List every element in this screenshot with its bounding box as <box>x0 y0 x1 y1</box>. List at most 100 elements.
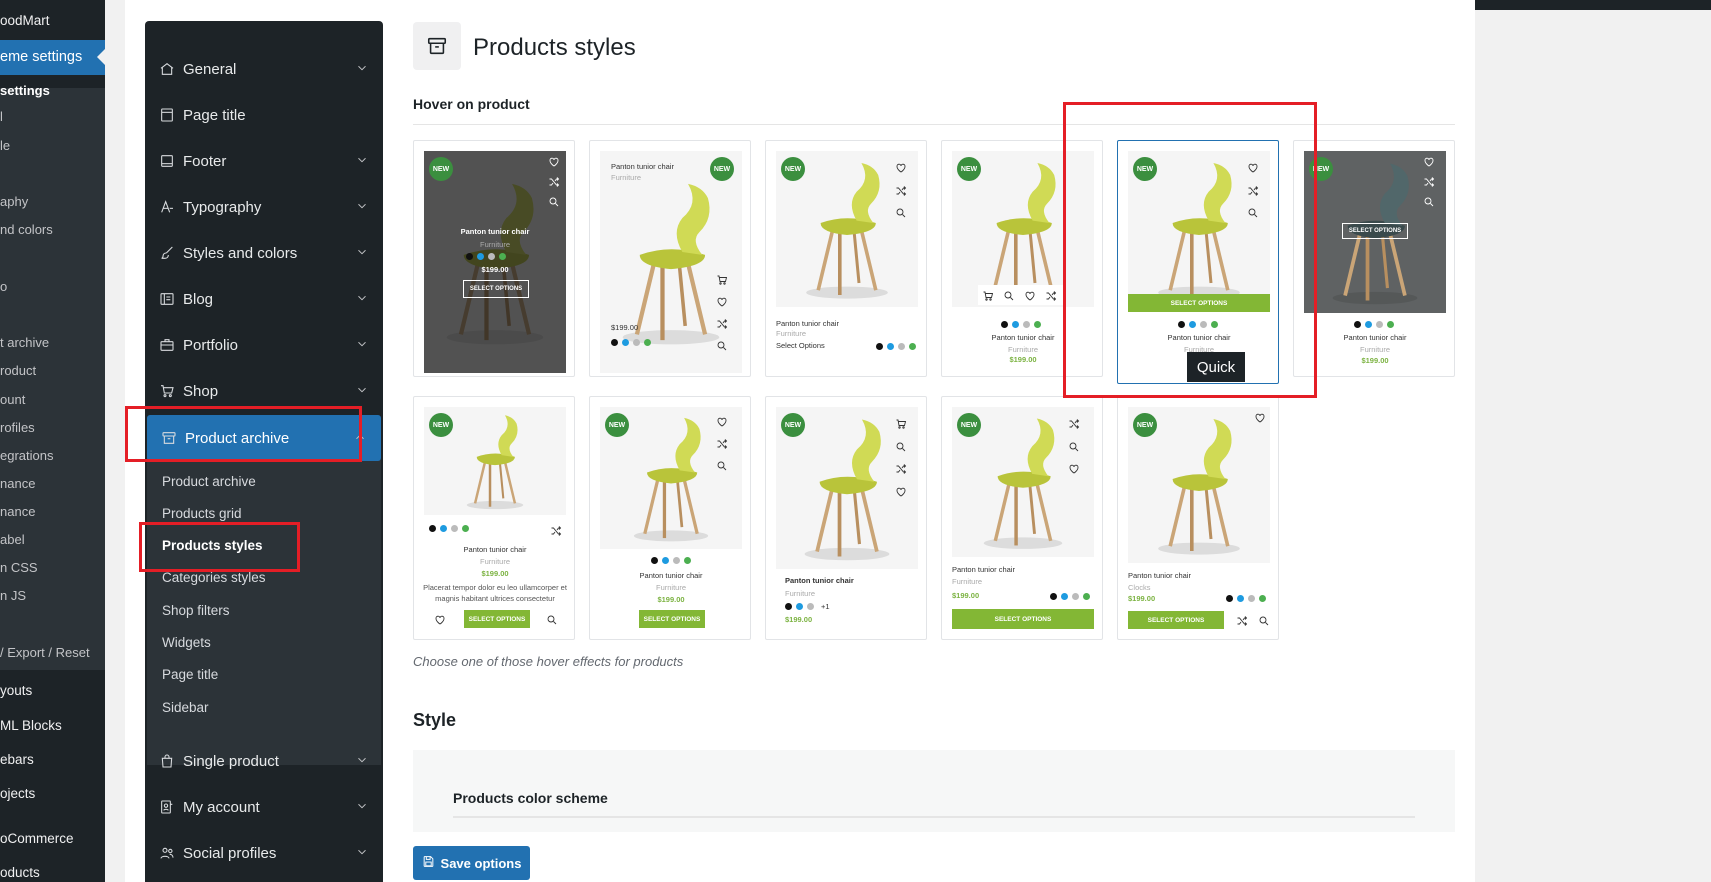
compare-shuffle-icon[interactable] <box>716 437 728 449</box>
hover-effect-option[interactable]: NEW Panton tunior chair Clocks $199.00 SELEC… <box>1117 396 1279 640</box>
wp-menu-item[interactable]: rofiles <box>0 417 35 439</box>
wp-menu-item[interactable]: oducts <box>0 862 40 882</box>
wp-menu-item[interactable]: oodMart <box>0 10 50 32</box>
sidebar-item-social-profiles[interactable]: Social profiles <box>145 830 383 876</box>
hover-effect-option[interactable]: Panton tunior chair Furniture NEW $199.00 <box>589 140 751 377</box>
product-name[interactable]: Panton tunior chair <box>640 571 703 580</box>
compare-shuffle-icon[interactable] <box>1045 289 1057 301</box>
hover-effect-option[interactable]: NEW Panton tunior chair Furniture Select Op… <box>765 140 927 377</box>
color-swatch[interactable] <box>1248 595 1255 602</box>
product-name[interactable]: $199.00 <box>611 323 638 332</box>
color-swatches[interactable] <box>429 525 469 532</box>
color-swatch[interactable] <box>1034 321 1041 328</box>
color-swatch[interactable] <box>429 525 436 532</box>
hover-effect-option[interactable]: NEW Panton tunior chair Furniture $199.00 Pl… <box>413 396 575 640</box>
compare-shuffle-icon[interactable] <box>1068 417 1080 429</box>
submenu-item-product-archive[interactable]: Product archive <box>162 474 256 489</box>
color-swatch[interactable] <box>651 557 658 564</box>
color-swatch[interactable] <box>477 253 484 260</box>
color-swatch[interactable] <box>1387 321 1394 328</box>
compare-shuffle-icon[interactable] <box>1423 175 1435 187</box>
hover-effect-option[interactable]: NEW Panton tunior chair Furniture $199.00 SE… <box>413 140 575 377</box>
select-options-button[interactable]: SELECT OPTIONS <box>1342 223 1408 239</box>
color-swatches[interactable] <box>611 339 651 346</box>
compare-shuffle-icon[interactable] <box>1236 614 1248 626</box>
color-swatch[interactable] <box>1061 593 1068 600</box>
color-swatch[interactable] <box>462 525 469 532</box>
wishlist-heart-icon[interactable] <box>1423 155 1435 167</box>
color-swatch[interactable] <box>876 343 883 350</box>
sidebar-item-footer[interactable]: Footer <box>145 138 383 184</box>
quick-view-search-icon[interactable] <box>895 440 907 452</box>
product-name[interactable]: Panton tunior chair <box>785 576 854 585</box>
select-options-button[interactable]: SELECT OPTIONS <box>463 280 529 298</box>
quick-view-search-icon[interactable] <box>1258 614 1270 626</box>
product-name[interactable]: Panton tunior chair <box>952 565 1015 574</box>
compare-shuffle-icon[interactable] <box>895 184 907 196</box>
wp-menu-item[interactable]: nd colors <box>0 219 53 241</box>
color-swatch[interactable] <box>1012 321 1019 328</box>
wp-menu-item[interactable]: t archive <box>0 332 49 354</box>
product-name[interactable]: Panton tunior chair <box>1344 333 1407 342</box>
add-to-cart-icon[interactable] <box>895 417 907 429</box>
color-swatches[interactable] <box>466 253 506 260</box>
color-swatch[interactable] <box>887 343 894 350</box>
color-swatch[interactable] <box>499 253 506 260</box>
product-image[interactable] <box>424 151 566 373</box>
select-options-button[interactable]: SELECT OPTIONS <box>952 609 1094 629</box>
wishlist-heart-icon[interactable] <box>434 613 446 625</box>
sidebar-item-my-account[interactable]: My account <box>145 784 383 830</box>
wp-menu-item[interactable]: aphy <box>0 191 28 213</box>
color-swatch[interactable] <box>644 339 651 346</box>
select-options-button[interactable]: SELECT OPTIONS <box>639 610 705 628</box>
wp-menu-item[interactable]: ojects <box>0 783 35 805</box>
color-swatch[interactable] <box>1354 321 1361 328</box>
color-swatch[interactable] <box>633 339 640 346</box>
color-swatch[interactable] <box>1237 595 1244 602</box>
color-swatches[interactable] <box>876 343 916 350</box>
quick-view-search-icon[interactable] <box>716 459 728 471</box>
sidebar-item-single-product[interactable]: Single product <box>145 738 383 784</box>
quick-view-search-icon[interactable] <box>895 206 907 218</box>
wp-menu-item[interactable]: ebars <box>0 749 34 771</box>
wp-menu-item[interactable]: l <box>0 106 3 128</box>
color-swatch[interactable] <box>909 343 916 350</box>
hover-effect-option[interactable]: NEW SELECT OPTIONS Panton tunior chair Furn… <box>1293 140 1455 377</box>
quick-view-search-icon[interactable] <box>1423 195 1435 207</box>
color-swatches[interactable] <box>1354 321 1394 328</box>
submenu-item-products-grid[interactable]: Products grid <box>162 506 242 521</box>
add-to-cart-icon[interactable] <box>716 273 728 285</box>
color-swatches[interactable] <box>785 603 814 610</box>
color-swatch[interactable] <box>1259 595 1266 602</box>
wp-menu-item[interactable]: oCommerce <box>0 828 74 850</box>
product-name[interactable]: Select Options <box>776 341 825 350</box>
wishlist-heart-icon[interactable] <box>1024 289 1036 301</box>
color-swatch[interactable] <box>785 603 792 610</box>
color-swatch[interactable] <box>440 525 447 532</box>
color-swatches[interactable] <box>1050 593 1090 600</box>
color-swatches[interactable] <box>1001 321 1041 328</box>
wp-menu-item[interactable]: nance <box>0 473 35 495</box>
save-options-button[interactable]: Save options <box>413 846 530 880</box>
product-name[interactable]: Panton tunior chair <box>992 333 1055 342</box>
quick-view-search-icon[interactable] <box>1068 440 1080 452</box>
wishlist-heart-icon[interactable] <box>548 155 560 167</box>
color-swatch[interactable] <box>1376 321 1383 328</box>
product-name[interactable]: Panton tunior chair <box>464 545 527 554</box>
product-name[interactable]: $199.00 <box>481 265 508 274</box>
wp-menu-item[interactable]: n CSS <box>0 557 38 579</box>
submenu-item-widgets[interactable]: Widgets <box>162 635 211 650</box>
color-swatch[interactable] <box>898 343 905 350</box>
color-swatch[interactable] <box>622 339 629 346</box>
wp-menu-item[interactable]: o <box>0 276 7 298</box>
sidebar-item-general[interactable]: General <box>145 46 383 92</box>
quick-view-search-icon[interactable] <box>546 613 558 625</box>
wp-menu-item[interactable]: ML Blocks <box>0 715 62 737</box>
color-swatch[interactable] <box>684 557 691 564</box>
wishlist-heart-icon[interactable] <box>895 161 907 173</box>
quick-view-search-icon[interactable] <box>548 195 560 207</box>
select-options-button[interactable]: SELECT OPTIONS <box>464 610 530 628</box>
color-swatch[interactable] <box>451 525 458 532</box>
wp-menu-item[interactable]: egrations <box>0 445 53 467</box>
submenu-item-shop-filters[interactable]: Shop filters <box>162 603 230 618</box>
